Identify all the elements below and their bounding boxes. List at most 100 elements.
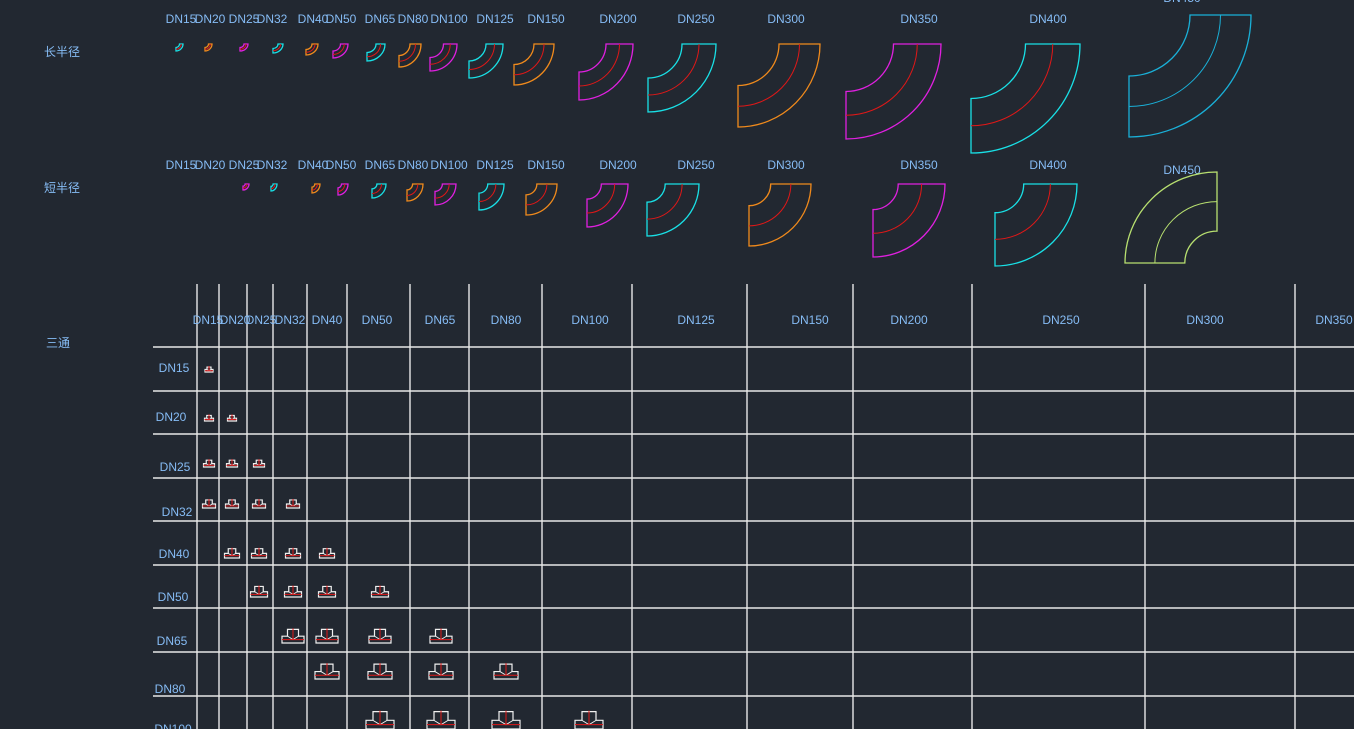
cad-drawing-canvas[interactable]: 长半径 短半径 三通 DN15DN20 DN25DN32 DN40DN50 DN65 D…	[0, 0, 1354, 729]
tee-fitting[interactable]	[249, 585, 269, 598]
elbow-long-dn80[interactable]	[398, 43, 422, 68]
table-column-header: DN32	[275, 313, 306, 327]
tee-fitting[interactable]	[252, 459, 266, 468]
tee-fitting[interactable]	[367, 663, 393, 680]
tee-fitting[interactable]	[283, 585, 303, 598]
elbow-long-dn125[interactable]	[468, 43, 504, 79]
elbow-outline	[332, 43, 349, 59]
tee-fitting[interactable]	[428, 663, 454, 680]
elbow-centerline	[1128, 14, 1221, 107]
elbow-size-label: DN200	[599, 12, 637, 26]
elbow-long-dn450[interactable]	[1128, 14, 1252, 138]
tee-fitting[interactable]	[426, 710, 456, 729]
elbow-short-dn150[interactable]	[525, 183, 558, 216]
tee-table: DN15DN20DN25DN32 DN40 DN50 DN65 DN80 DN100 DN1…	[153, 284, 1354, 729]
tee-fitting[interactable]	[491, 710, 521, 729]
tee-fitting[interactable]	[284, 547, 302, 559]
elbow-outline	[478, 183, 505, 211]
elbow-outline	[429, 43, 458, 72]
elbow-long-dn40[interactable]	[305, 43, 319, 56]
elbow-centerline	[398, 43, 416, 62]
elbow-long-dn100[interactable]	[429, 43, 458, 72]
table-row-header: DN32	[162, 505, 193, 519]
elbow-short-dn80[interactable]	[406, 183, 424, 202]
tee-fitting[interactable]	[368, 628, 392, 644]
elbow-size-label: DN125	[476, 158, 514, 172]
elbow-size-label: DN300	[767, 158, 805, 172]
table-column-header: DN50	[362, 313, 393, 327]
elbow-short-dn200[interactable]	[586, 183, 629, 228]
elbow-long-dn250[interactable]	[647, 43, 717, 113]
tee-fitting[interactable]	[574, 710, 604, 729]
elbow-outline	[872, 183, 946, 258]
elbow-long-dn50[interactable]	[332, 43, 349, 59]
tee-fitting[interactable]	[202, 459, 216, 468]
elbow-long-dn350[interactable]	[845, 43, 942, 140]
elbow-centerline	[429, 43, 451, 65]
elbow-short-dn300[interactable]	[748, 183, 812, 247]
elbow-size-label: DN250	[677, 12, 715, 26]
tee-fitting[interactable]	[281, 628, 305, 644]
tee-fitting[interactable]	[318, 547, 336, 559]
tee-fitting[interactable]	[370, 585, 390, 598]
tee-fitting[interactable]	[201, 498, 217, 509]
tee-fitting[interactable]	[250, 547, 268, 559]
elbow-long-dn300[interactable]	[737, 43, 821, 128]
tee-fitting[interactable]	[314, 663, 340, 680]
elbow-short-dn65[interactable]	[371, 183, 387, 199]
tee-fitting[interactable]	[315, 628, 339, 644]
elbow-short-dn25[interactable]	[242, 183, 250, 191]
table-column-header: DN40	[312, 313, 343, 327]
elbow-long-dn200[interactable]	[578, 43, 634, 101]
table-column-header: DN350	[1315, 313, 1353, 327]
elbow-long-dn15[interactable]	[175, 43, 184, 52]
tee-fitting[interactable]	[429, 628, 453, 644]
table-column-header: DN125	[677, 313, 715, 327]
elbow-outline	[845, 43, 942, 140]
elbow-outline	[748, 183, 812, 247]
tee-fitting[interactable]	[225, 459, 239, 468]
elbow-long-dn400[interactable]	[970, 43, 1081, 154]
elbow-long-dn20[interactable]	[204, 43, 213, 52]
elbow-short-dn40[interactable]	[311, 183, 321, 194]
elbow-short-dn350[interactable]	[872, 183, 946, 258]
tee-fitting[interactable]	[204, 366, 214, 373]
tee-fitting[interactable]	[226, 414, 238, 422]
elbow-short-dn450[interactable]	[1124, 171, 1218, 264]
table-column-header: DN80	[491, 313, 522, 327]
elbow-outline	[994, 183, 1078, 267]
elbow-size-label: DN150	[527, 158, 565, 172]
tee-fitting[interactable]	[203, 414, 215, 422]
elbow-long-dn65[interactable]	[366, 43, 386, 62]
elbow-size-label: DN350	[900, 158, 938, 172]
tee-fitting[interactable]	[285, 498, 301, 509]
elbow-short-dn32[interactable]	[270, 183, 278, 192]
elbow-short-dn125[interactable]	[478, 183, 505, 211]
elbow-long-dn150[interactable]	[513, 43, 555, 86]
table-column-header: DN200	[890, 313, 928, 327]
table-row-header: DN25	[160, 460, 191, 474]
tee-fitting[interactable]	[251, 498, 267, 509]
tee-fitting[interactable]	[224, 498, 240, 509]
elbow-long-dn32[interactable]	[272, 43, 284, 54]
tee-fitting[interactable]	[365, 710, 395, 729]
tee-fitting[interactable]	[223, 547, 241, 559]
elbow-short-dn400[interactable]	[994, 183, 1078, 267]
elbow-size-label: DN100	[430, 158, 468, 172]
elbow-short-dn100[interactable]	[434, 183, 457, 206]
elbow-centerline	[970, 43, 1054, 127]
tee-fitting[interactable]	[493, 663, 519, 680]
table-column-header: DN100	[571, 313, 609, 327]
elbow-size-label: DN350	[900, 12, 938, 26]
tee-fitting[interactable]	[317, 585, 337, 598]
elbow-short-dn50[interactable]	[337, 183, 349, 196]
elbow-outline	[1128, 14, 1252, 138]
elbow-size-label: DN50	[326, 158, 357, 172]
table-row-header: DN15	[159, 361, 190, 375]
elbow-short-dn250[interactable]	[646, 183, 700, 237]
elbow-long-dn25[interactable]	[239, 43, 249, 52]
elbow-size-label: DN450	[1163, 0, 1201, 5]
section-label-long-radius: 长半径	[44, 45, 80, 59]
elbow-size-label: DN50	[326, 12, 357, 26]
elbow-size-label: DN250	[677, 158, 715, 172]
